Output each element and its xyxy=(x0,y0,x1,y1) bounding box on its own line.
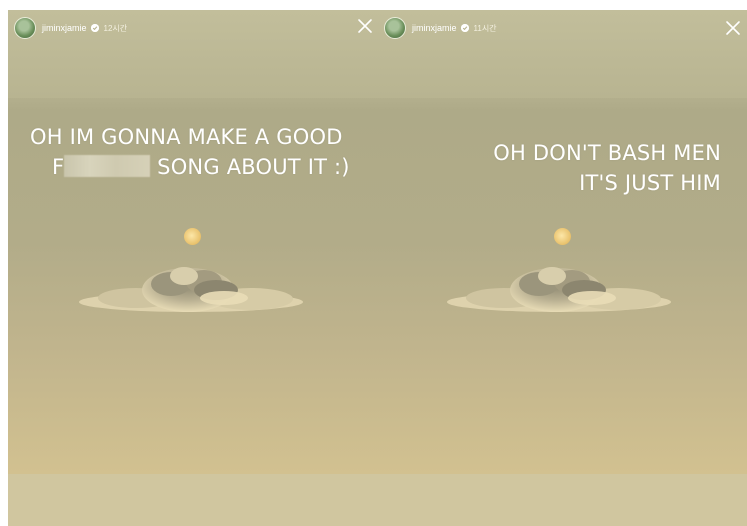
close-icon[interactable] xyxy=(357,18,373,34)
story-time: 12시간 xyxy=(103,23,128,33)
username[interactable]: jiminxjamie xyxy=(412,23,457,33)
moon xyxy=(184,228,201,245)
story-caption: OH DON'T BASH MEN IT'S JUST HIM xyxy=(401,138,721,198)
username[interactable]: jiminxjamie xyxy=(42,23,87,33)
cloud xyxy=(447,267,671,312)
censor-blur xyxy=(64,155,151,177)
avatar[interactable] xyxy=(384,17,406,39)
story-caption: OH IM GONNA MAKE A GOOD F SONG ABOUT IT … xyxy=(30,122,378,182)
caption-line-2: F SONG ABOUT IT :) xyxy=(30,152,378,182)
story-time: 11시간 xyxy=(473,23,497,33)
cloud xyxy=(79,267,303,312)
verified-badge-icon xyxy=(460,24,469,32)
caption-line-1: OH IM GONNA MAKE A GOOD xyxy=(30,125,343,149)
caption-line-2: IT'S JUST HIM xyxy=(579,171,721,195)
caption-prefix: F xyxy=(52,155,65,179)
verified-badge-icon xyxy=(90,24,99,32)
story-bottom-area xyxy=(8,474,378,526)
story-header: jiminxjamie 12시간 xyxy=(14,16,372,40)
story-bottom-area xyxy=(378,474,747,526)
story-panel-left: jiminxjamie 12시간 OH IM GONNA MAKE A GOOD… xyxy=(8,10,378,526)
story-header: jiminxjamie 11시간 xyxy=(384,16,741,40)
caption-suffix: SONG ABOUT IT :) xyxy=(157,155,350,179)
moon xyxy=(554,228,571,245)
caption-line-1: OH DON'T BASH MEN xyxy=(493,141,721,165)
close-icon[interactable] xyxy=(725,20,741,36)
avatar[interactable] xyxy=(14,17,36,39)
story-panel-right: jiminxjamie 11시간 OH DON'T BASH MEN IT'S … xyxy=(378,10,747,526)
